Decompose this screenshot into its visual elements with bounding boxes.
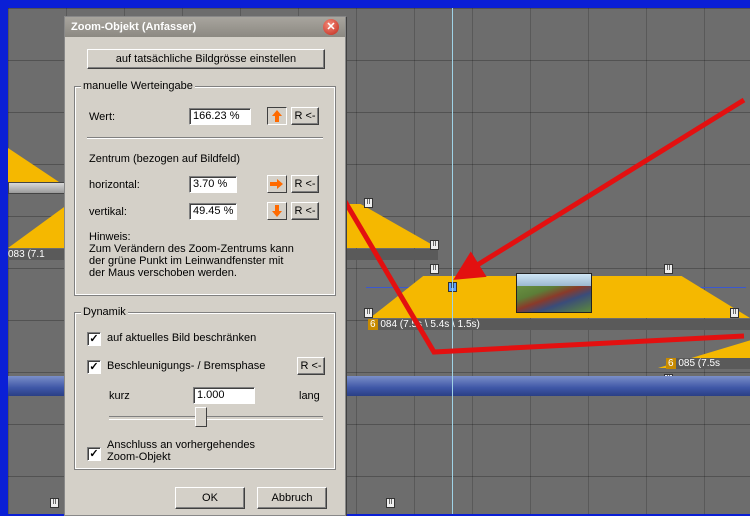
attach-label-1: Anschluss an vorhergehendes [107,439,255,451]
manual-input-legend: manuelle Werteingabe [81,80,195,92]
accel-checkbox[interactable]: ✓ [87,360,101,374]
attach-label-2: Zoom-Objekt [107,451,171,463]
dialog-title: Zoom-Objekt (Anfasser) [71,21,197,33]
manual-separator [87,137,323,139]
horizontal-field[interactable]: 3.70 % [189,176,237,193]
vertical-arrow-button[interactable] [267,202,287,220]
horizontal-arrow-button[interactable] [267,175,287,193]
hint-title: Hinweis: [89,231,131,243]
zoom-object-dialog: Zoom-Objekt (Anfasser) ✕ auf tatsächlich… [64,16,346,516]
arrow-up-icon [272,110,282,122]
accel-label: Beschleunigungs- / Bremsphase [107,360,266,372]
center-heading: Zentrum (bezogen auf Bildfeld) [89,153,241,165]
actual-size-button[interactable]: auf tatsächliche Bildgrösse einstellen [87,49,325,69]
limit-label: auf aktuelles Bild beschränken [107,332,257,344]
cancel-button[interactable]: Abbruch [257,487,327,509]
vertical-field[interactable]: 49.45 % [189,203,237,220]
horizontal-reset-button[interactable]: R <- [291,175,319,193]
long-label: lang [299,390,320,402]
speed-field[interactable]: 1.000 [193,387,255,404]
accel-reset-button[interactable]: R <- [297,357,325,375]
dialog-titlebar[interactable]: Zoom-Objekt (Anfasser) ✕ [65,17,345,37]
dynamics-legend: Dynamik [81,306,128,318]
limit-checkbox[interactable]: ✓ [87,332,101,346]
short-label: kurz [109,390,130,402]
attach-checkbox[interactable]: ✓ [87,447,101,461]
vertical-label: vertikal: [89,206,127,218]
speed-slider-thumb[interactable] [194,407,207,427]
hint-line-2: der grüne Punkt im Leinwandfenster mit [89,255,284,267]
annotation-arrow-to-handle [453,97,746,280]
wert-arrow-button[interactable] [267,107,287,125]
hint-line-3: der Maus verschoben werden. [89,267,237,279]
wert-label: Wert: [89,111,116,123]
close-icon[interactable]: ✕ [323,19,339,35]
hint-line-1: Zum Verändern des Zoom-Zentrums kann [89,243,294,255]
arrow-right-icon [270,179,283,189]
horizontal-label: horizontal: [89,179,140,191]
speed-slider-track[interactable] [109,416,323,420]
wert-field[interactable]: 166.23 % [189,108,251,125]
arrow-down-icon [272,205,282,217]
ok-button[interactable]: OK [175,487,245,509]
vertical-reset-button[interactable]: R <- [291,202,319,220]
wert-reset-button[interactable]: R <- [291,107,319,125]
